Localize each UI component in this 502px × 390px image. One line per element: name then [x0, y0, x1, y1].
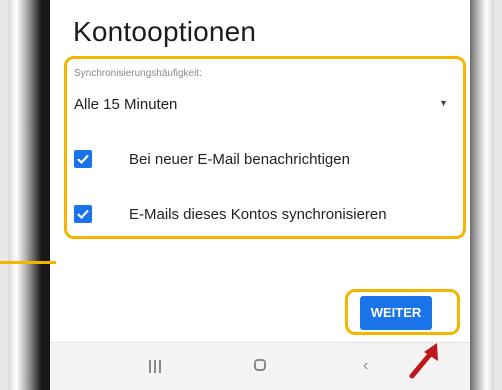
- page-title: Kontooptionen: [73, 16, 257, 47]
- back-icon[interactable]: ‹: [353, 357, 383, 379]
- callout-line: [0, 261, 56, 264]
- phone-bezel-left: [8, 0, 50, 390]
- checkmark-icon: [77, 154, 89, 165]
- sync-frequency-value: Alle 15 Minuten: [74, 96, 178, 113]
- home-shape: [254, 359, 266, 371]
- checkmark-icon: [77, 209, 89, 220]
- next-button[interactable]: WEITER: [360, 296, 432, 330]
- back-chevron: ‹: [363, 357, 369, 374]
- navigation-bar: ‹: [50, 342, 470, 390]
- recent-apps-icon[interactable]: [141, 357, 171, 379]
- notify-new-email-checkbox[interactable]: [74, 150, 92, 168]
- sync-frequency-dropdown[interactable]: Alle 15 Minuten ▼: [68, 88, 448, 118]
- sync-account-label: E-Mails dieses Kontos synchronisieren: [129, 206, 387, 223]
- dropdown-triangle-icon: ▼: [439, 98, 448, 108]
- sync-frequency-label: Synchronisierungshäufigkeit:: [74, 68, 202, 79]
- phone-frame: Kontooptionen Synchronisierungshäufigkei…: [8, 0, 494, 390]
- recent-apps-bar: [154, 360, 156, 373]
- home-icon[interactable]: [246, 357, 276, 379]
- recent-apps-bar: [159, 360, 161, 373]
- phone-screen: Kontooptionen Synchronisierungshäufigkei…: [50, 0, 470, 390]
- sync-account-option[interactable]: E-Mails dieses Kontos synchronisieren: [68, 200, 458, 230]
- sync-account-checkbox[interactable]: [74, 205, 92, 223]
- notify-new-email-option[interactable]: Bei neuer E-Mail benachrichtigen: [68, 145, 458, 175]
- notify-new-email-label: Bei neuer E-Mail benachrichtigen: [129, 151, 350, 168]
- recent-apps-bar: [149, 360, 151, 373]
